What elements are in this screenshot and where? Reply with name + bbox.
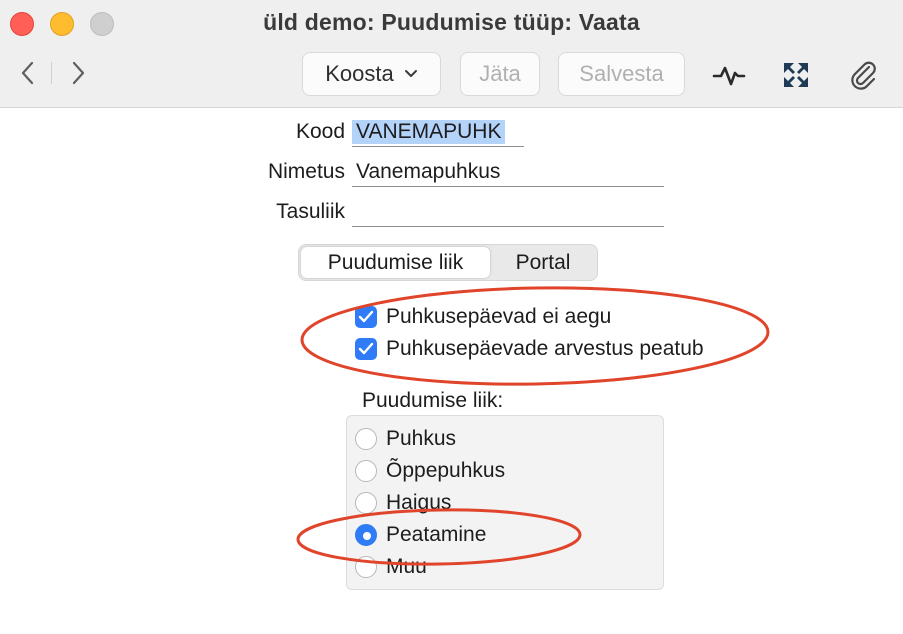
radio-peatamine[interactable] xyxy=(355,524,377,546)
checkbox-arvestus-peatub[interactable] xyxy=(355,338,377,360)
paperclip-icon xyxy=(851,61,876,90)
koosta-button[interactable]: Koosta xyxy=(302,52,441,96)
tab-label: Puudumise liik xyxy=(327,250,464,274)
radio-label[interactable]: Muu xyxy=(386,555,427,579)
radio-oppepuhkus[interactable] xyxy=(355,460,377,482)
tasuliik-underline xyxy=(352,226,664,227)
attach-button[interactable] xyxy=(846,57,882,93)
tab-label: Portal xyxy=(515,250,571,274)
kood-label: Kood xyxy=(295,120,345,143)
radio-muu[interactable] xyxy=(355,556,377,578)
checkmark-icon xyxy=(358,342,374,355)
activity-icon xyxy=(712,66,746,86)
checkbox-label[interactable]: Puhkusepäevade arvestus peatub xyxy=(386,337,704,361)
chevron-left-icon xyxy=(21,61,34,85)
radio-group-title: Puudumise liik: xyxy=(362,389,504,412)
expand-icon xyxy=(784,63,808,87)
nimetus-underline xyxy=(352,186,664,187)
nav-divider xyxy=(51,62,52,84)
titlebar: üld demo: Puudumise tüüp: Vaata Koosta J… xyxy=(0,0,903,108)
expand-button[interactable] xyxy=(778,57,814,93)
nimetus-label: Nimetus xyxy=(267,160,345,183)
chevron-right-icon xyxy=(72,61,85,85)
window-title: üld demo: Puudumise tüüp: Vaata xyxy=(263,9,640,35)
back-button[interactable] xyxy=(14,58,42,88)
radio-label[interactable]: Õppepuhkus xyxy=(386,459,505,483)
tab-puudumise-liik[interactable]: Puudumise liik xyxy=(301,247,490,278)
app-window: üld demo: Puudumise tüüp: Vaata Koosta J… xyxy=(0,0,903,634)
nimetus-field[interactable]: Vanemapuhkus xyxy=(356,160,500,184)
kood-field[interactable]: VANEMAPUHK xyxy=(352,120,506,144)
radio-label[interactable]: Puhkus xyxy=(386,427,456,451)
chevron-down-icon xyxy=(404,70,417,77)
tab-portal[interactable]: Portal xyxy=(491,247,595,278)
annotation-ellipse-checkboxes xyxy=(300,286,770,386)
checkbox-puhkusepaevad-ei-aegu[interactable] xyxy=(355,306,377,328)
radio-label[interactable]: Peatamine xyxy=(386,523,486,547)
tab-switcher: Puudumise liik Portal xyxy=(298,244,598,281)
jata-button[interactable]: Jäta xyxy=(460,52,540,96)
forward-button[interactable] xyxy=(64,58,92,88)
checkmark-icon xyxy=(358,310,374,323)
jata-label: Jäta xyxy=(479,61,521,86)
tasuliik-label: Tasuliik xyxy=(276,200,345,223)
kood-underline xyxy=(352,146,524,147)
radio-puhkus[interactable] xyxy=(355,428,377,450)
koosta-label: Koosta xyxy=(325,61,394,86)
checkbox-label[interactable]: Puhkusepäevad ei aegu xyxy=(386,305,611,329)
radio-label[interactable]: Haigus xyxy=(386,491,451,515)
radio-haigus[interactable] xyxy=(355,492,377,514)
salvesta-button[interactable]: Salvesta xyxy=(558,52,685,96)
activity-button[interactable] xyxy=(711,57,747,93)
salvesta-label: Salvesta xyxy=(579,61,664,86)
